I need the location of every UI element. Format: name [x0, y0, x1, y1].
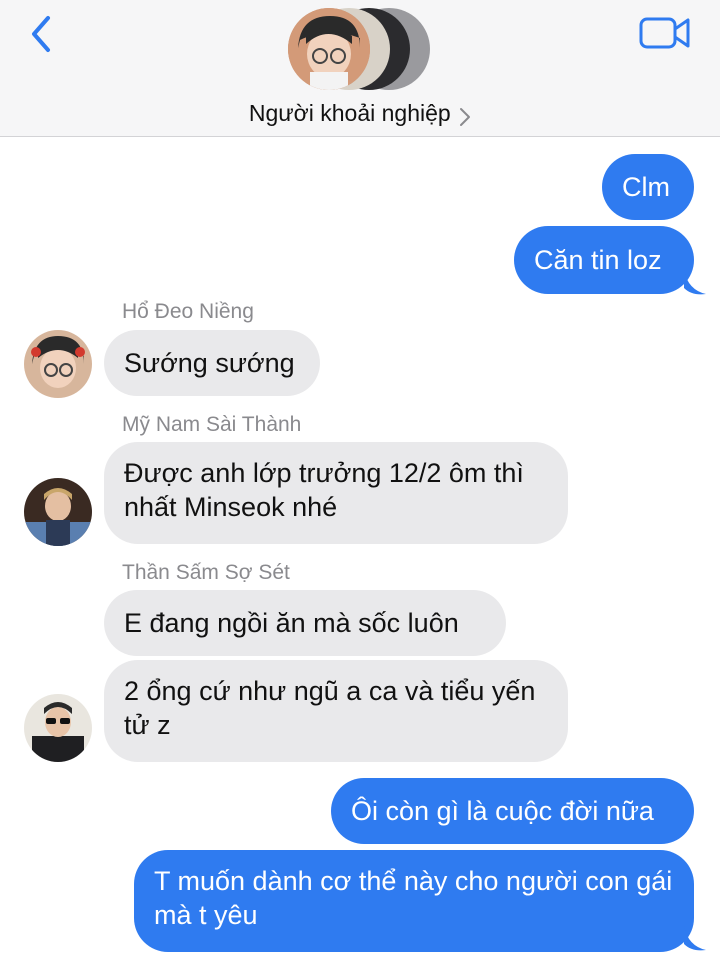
message-text: Được anh lớp trưởng 12/2 ôm thì nhất Min… [124, 458, 524, 522]
sender-name: Hổ Đeo Niềng [122, 300, 254, 323]
group-avatar [288, 8, 370, 90]
video-camera-icon [639, 17, 690, 49]
bubble-tail [684, 270, 706, 295]
bubble-tail [684, 926, 706, 951]
message-bubble-outgoing[interactable]: Clm [602, 154, 694, 220]
message-text: Căn tin loz [534, 245, 662, 275]
sender-avatar[interactable] [24, 330, 92, 398]
message-text: Sướng sướng [124, 348, 295, 378]
group-name: Người khoải nghiệp [248, 100, 451, 126]
group-title-button[interactable]: Người khoải nghiệp [0, 100, 720, 127]
message-bubble-outgoing[interactable]: Căn tin loz [514, 226, 694, 294]
message-bubble-outgoing[interactable]: T muốn dành cơ thể này cho người con gái… [134, 850, 694, 952]
message-text: Clm [622, 172, 670, 202]
message-text: Ôi còn gì là cuộc đời nữa [351, 796, 654, 826]
sender-avatar[interactable] [24, 478, 92, 546]
conversation-header: Người khoải nghiệp [0, 0, 720, 137]
sender-name: Mỹ Nam Sài Thành [122, 413, 302, 436]
message-text: T muốn dành cơ thể này cho người con gái… [154, 866, 673, 930]
group-avatar-stack[interactable] [288, 8, 438, 92]
message-bubble-incoming[interactable]: Sướng sướng [104, 330, 320, 396]
message-bubble-outgoing[interactable]: Ôi còn gì là cuộc đời nữa [331, 778, 694, 844]
chevron-left-icon [32, 16, 50, 52]
message-text: 2 ổng cứ như ngũ a ca và tiểu yến tử z [124, 676, 536, 740]
chevron-right-icon [460, 107, 471, 126]
message-bubble-incoming[interactable]: 2 ổng cứ như ngũ a ca và tiểu yến tử z [104, 660, 568, 762]
sender-name: Thần Sấm Sợ Sét [122, 561, 290, 584]
facetime-video-button[interactable] [638, 14, 692, 52]
message-text: E đang ngồi ăn mà sốc luôn [124, 608, 459, 638]
sender-avatar[interactable] [24, 694, 92, 762]
message-bubble-incoming[interactable]: Được anh lớp trưởng 12/2 ôm thì nhất Min… [104, 442, 568, 544]
back-button[interactable] [26, 14, 60, 54]
message-bubble-incoming[interactable]: E đang ngồi ăn mà sốc luôn [104, 590, 506, 656]
